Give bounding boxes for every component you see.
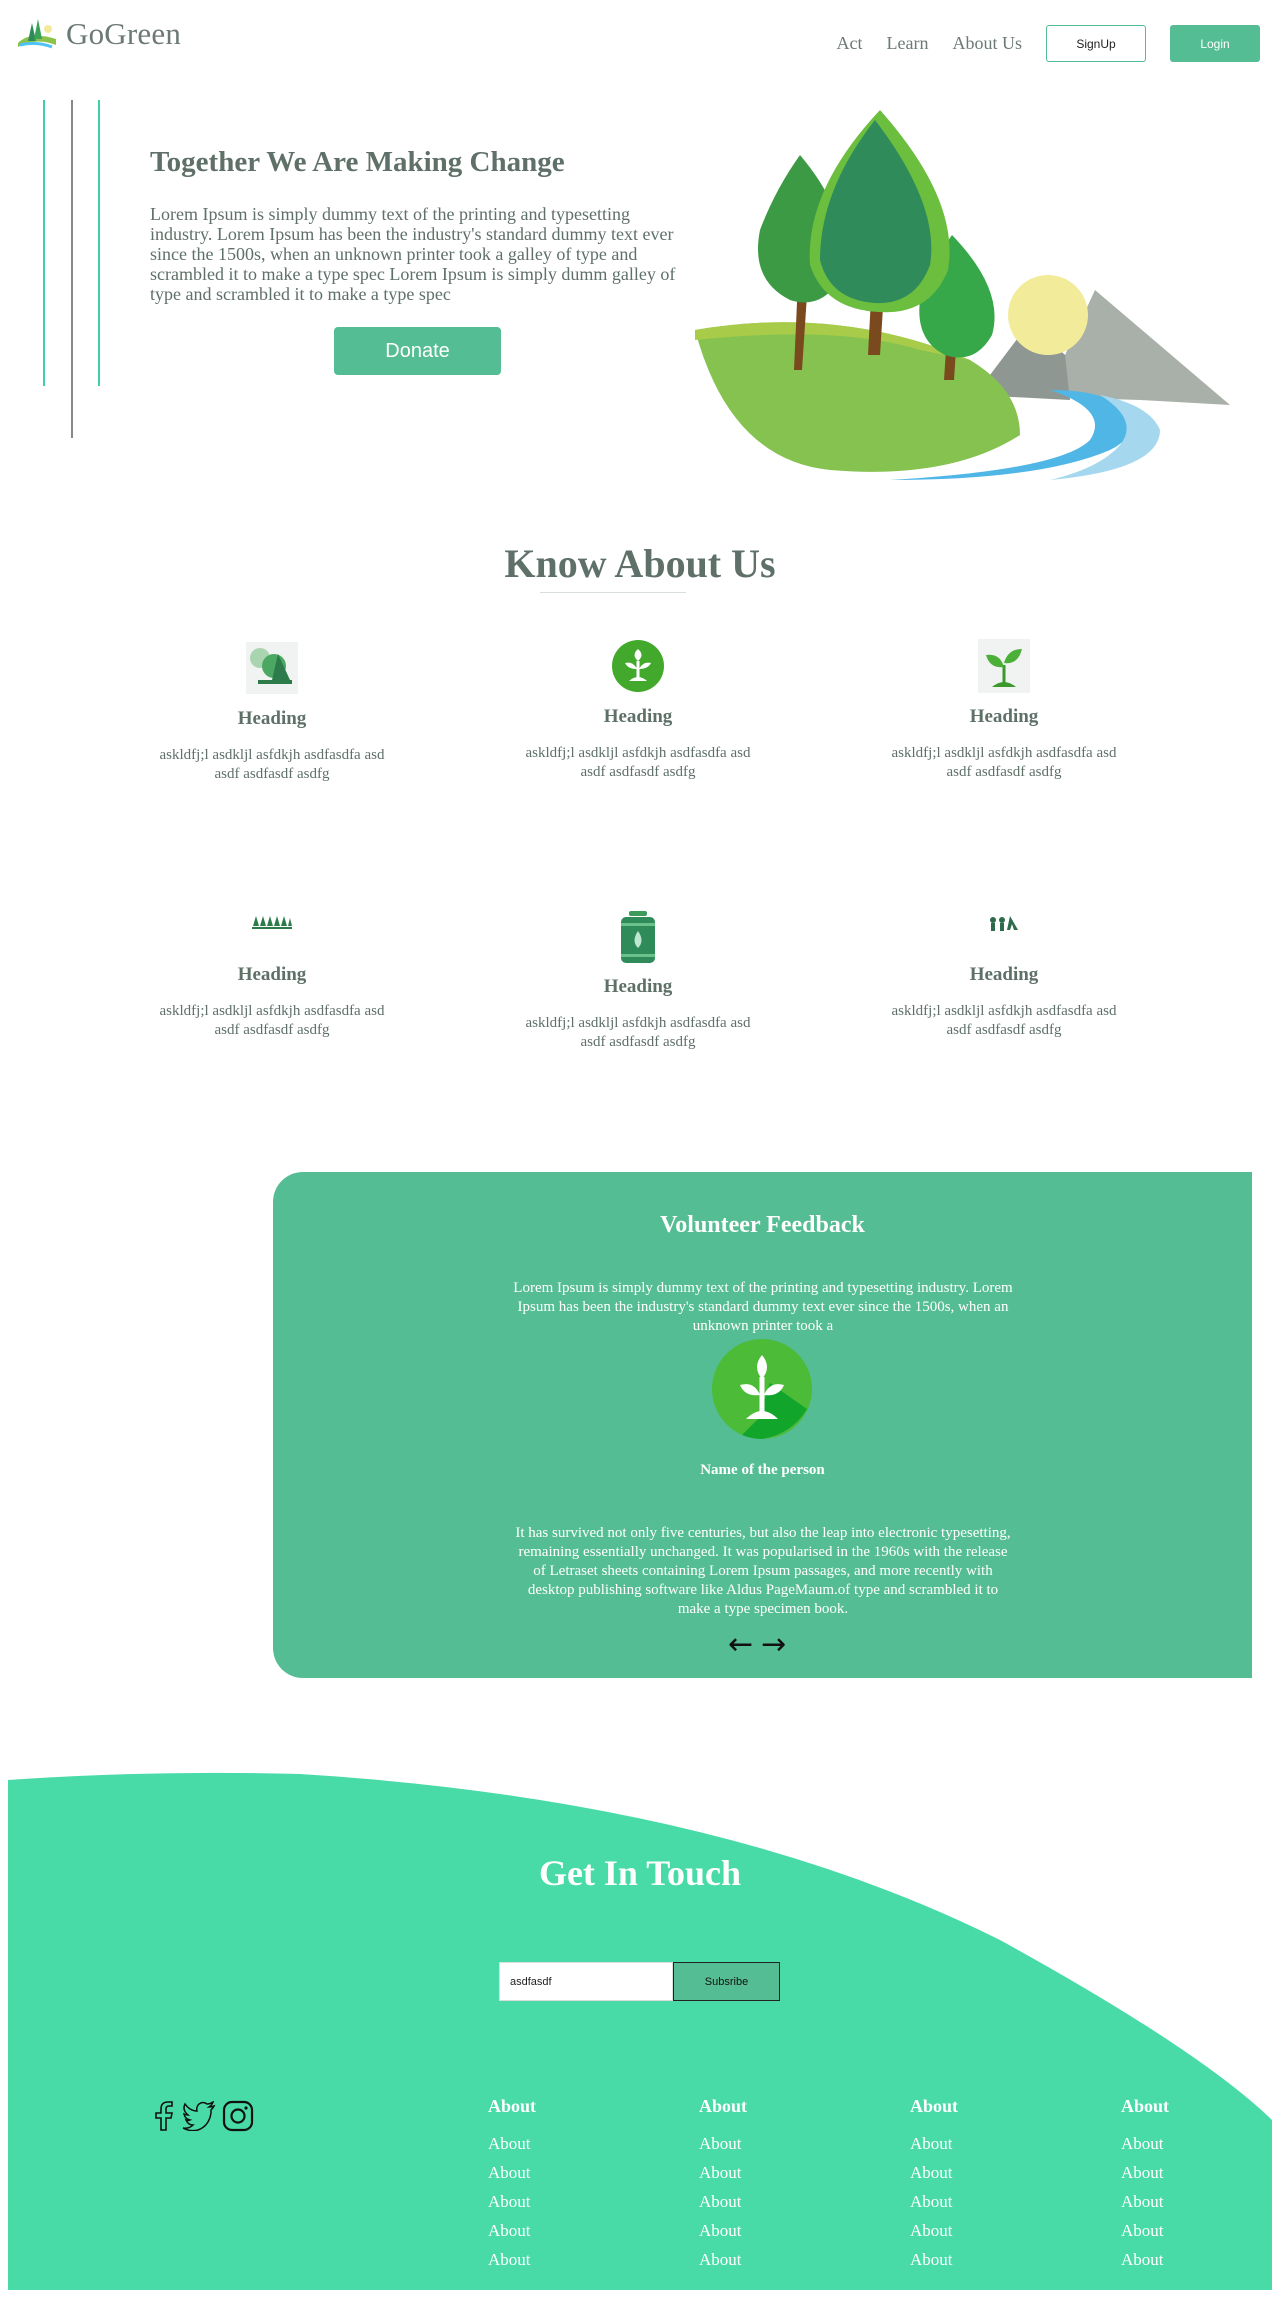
feedback-intro-text: Lorem Ipsum is simply dummy text of the … xyxy=(513,1280,1013,1334)
footer-column: About About About About About About xyxy=(488,2096,608,2274)
signup-button[interactable]: SignUp xyxy=(1046,25,1146,62)
nav-link-learn[interactable]: Learn xyxy=(887,33,929,54)
footer-link[interactable]: About xyxy=(699,2158,819,2187)
social-links xyxy=(150,2100,254,2132)
facebook-icon[interactable] xyxy=(150,2100,176,2132)
footer-link[interactable]: About xyxy=(910,2158,1030,2187)
footer-column-heading: About xyxy=(488,2096,537,2116)
footer-link[interactable]: About xyxy=(488,2129,608,2158)
volunteer-feedback-section: Volunteer Feedback Lorem Ipsum is simply… xyxy=(273,1172,1252,1678)
trees-icon xyxy=(246,642,298,694)
footer-column: About About About About About About xyxy=(699,2096,819,2274)
people-planting-icon xyxy=(990,916,1018,931)
footer-column-heading: About xyxy=(1121,2096,1170,2116)
footer-link[interactable]: About xyxy=(488,2158,608,2187)
feature-card: Heading askldfj;l asdkljl asfdkjh asdfas… xyxy=(142,638,402,784)
footer-column: About About About About About About xyxy=(1121,2096,1241,2274)
feature-text: askldfj;l asdkljl asfdkjh asdfasdfa asd … xyxy=(159,747,385,782)
about-title: Know About Us xyxy=(504,541,776,586)
feature-text: askldfj;l asdkljl asfdkjh asdfasdfa asd … xyxy=(159,1003,385,1038)
feature-text: askldfj;l asdkljl asfdkjh asdfasdfa asd … xyxy=(891,745,1117,780)
feature-heading: Heading xyxy=(237,964,307,985)
footer-link[interactable]: About xyxy=(910,2187,1030,2216)
logo-icon xyxy=(18,19,56,49)
person-avatar-icon xyxy=(712,1339,812,1439)
water-barrel-icon xyxy=(621,911,655,963)
footer-link[interactable]: About xyxy=(699,2129,819,2158)
forest-row-icon xyxy=(252,916,292,929)
footer-link[interactable]: About xyxy=(1121,2158,1241,2187)
feedback-quote-text: It has survived not only five centuries,… xyxy=(515,1525,1011,1617)
sprout-icon xyxy=(978,639,1030,693)
footer-link[interactable]: About xyxy=(488,2216,608,2245)
login-button[interactable]: Login xyxy=(1170,25,1260,62)
footer-link[interactable]: About xyxy=(699,2187,819,2216)
feature-heading: Heading xyxy=(969,964,1039,985)
brand-logo[interactable]: GoGreen xyxy=(16,16,181,52)
subscribe-button[interactable]: Subsribe xyxy=(673,1962,780,2001)
get-in-touch-title: Get In Touch xyxy=(538,1853,742,1893)
footer-column: About About About About About About xyxy=(910,2096,1030,2274)
footer-link[interactable]: About xyxy=(488,2245,608,2274)
nav-link-about-us[interactable]: About Us xyxy=(952,33,1022,54)
footer-link[interactable]: About xyxy=(910,2129,1030,2158)
footer-link[interactable]: About xyxy=(1121,2187,1241,2216)
footer-link[interactable]: About xyxy=(1121,2216,1241,2245)
donate-button[interactable]: Donate xyxy=(334,327,501,375)
hero-title: Together We Are Making Change xyxy=(150,146,565,178)
twitter-icon[interactable] xyxy=(182,2101,216,2131)
arrow-left-icon[interactable]: ← xyxy=(728,1630,753,1660)
footer-link[interactable]: About xyxy=(1121,2129,1241,2158)
feedback-title: Volunteer Feedback xyxy=(660,1212,865,1238)
hero-landscape-illustration xyxy=(695,110,1230,480)
feature-heading: Heading xyxy=(603,976,673,997)
nav-link-act[interactable]: Act xyxy=(837,33,863,54)
footer-link[interactable]: About xyxy=(910,2245,1030,2274)
footer-link[interactable]: About xyxy=(1121,2245,1241,2274)
footer-link[interactable]: About xyxy=(699,2245,819,2274)
brand-name: GoGreen xyxy=(66,16,182,51)
carousel-controls: ← → xyxy=(728,1630,786,1660)
footer-column-heading: About xyxy=(699,2096,748,2116)
subscribe-email-input[interactable] xyxy=(499,1962,673,2001)
contact-background xyxy=(8,1772,1272,2290)
footer-link[interactable]: About xyxy=(488,2187,608,2216)
decor-line-3 xyxy=(98,100,100,386)
feature-heading: Heading xyxy=(969,706,1039,727)
feature-card: Heading askldfj;l asdkljl asfdkjh asdfas… xyxy=(874,894,1134,1040)
arrow-right-icon[interactable]: → xyxy=(761,1630,786,1660)
footer-link[interactable]: About xyxy=(910,2216,1030,2245)
feature-text: askldfj;l asdkljl asfdkjh asdfasdfa asd … xyxy=(891,1003,1117,1038)
feature-card: Heading askldfj;l asdkljl asfdkjh asdfas… xyxy=(142,894,402,1040)
feature-card: Heading askldfj;l asdkljl asfdkjh asdfas… xyxy=(508,910,768,1052)
plant-circle-icon xyxy=(612,640,664,692)
feature-card: Heading askldfj;l asdkljl asfdkjh asdfas… xyxy=(508,636,768,782)
feature-heading: Heading xyxy=(237,708,307,729)
footer-column-heading: About xyxy=(910,2096,959,2116)
feature-heading: Heading xyxy=(603,706,673,727)
feature-text: askldfj;l asdkljl asfdkjh asdfasdfa asd … xyxy=(525,1015,751,1050)
feature-card: Heading askldfj;l asdkljl asfdkjh asdfas… xyxy=(874,636,1134,782)
top-nav: Act Learn About Us SignUp Login xyxy=(837,25,1260,62)
instagram-icon[interactable] xyxy=(222,2100,254,2132)
footer-link[interactable]: About xyxy=(699,2216,819,2245)
person-name: Name of the person xyxy=(700,1462,825,1478)
decor-line-2 xyxy=(71,100,73,438)
feature-text: askldfj;l asdkljl asfdkjh asdfasdfa asd … xyxy=(525,745,751,780)
hero-text: Lorem Ipsum is simply dummy text of the … xyxy=(150,204,676,304)
about-title-underline xyxy=(540,592,686,593)
decor-line-1 xyxy=(43,100,45,386)
